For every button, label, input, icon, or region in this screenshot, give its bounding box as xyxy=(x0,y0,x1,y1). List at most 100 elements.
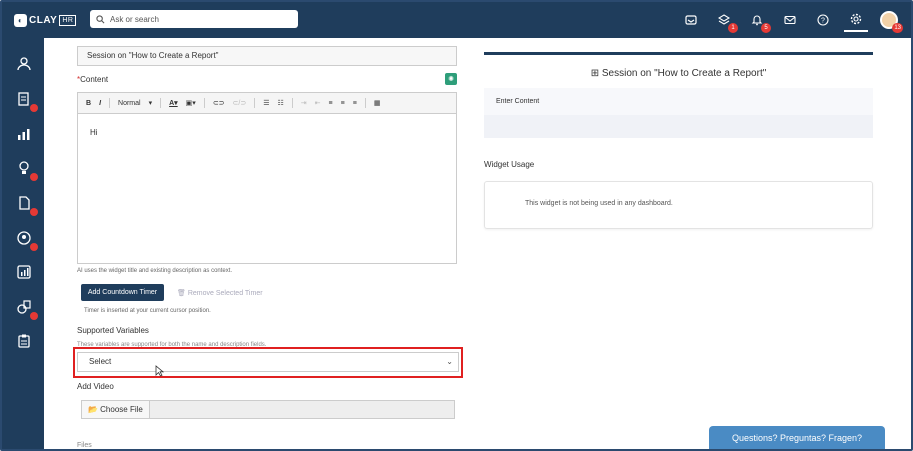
sidebar-item-profile[interactable] xyxy=(16,230,38,251)
widget-title-input[interactable]: Session on "How to Create a Report" xyxy=(77,46,457,66)
preview-title: ⊞ Session on "How to Create a Report" xyxy=(484,68,873,79)
gear-icon xyxy=(850,13,862,25)
widget-usage-label: Widget Usage xyxy=(484,160,535,169)
remove-selected-timer-button[interactable]: 🗑 Remove Selected Timer xyxy=(177,289,263,297)
search-placeholder: Ask or search xyxy=(110,14,159,24)
files-label: Files xyxy=(77,442,92,449)
sidebar-item-reports[interactable] xyxy=(16,91,38,112)
sidebar-item-people[interactable] xyxy=(16,56,34,74)
sidebar-alert-dot xyxy=(30,208,38,216)
user-menu-button[interactable]: 13 xyxy=(877,8,903,33)
logo-mark-icon: ◐ xyxy=(14,13,27,27)
mail-icon xyxy=(784,15,796,25)
bold-button[interactable]: B xyxy=(86,100,91,107)
widget-grid-icon: ⊞ xyxy=(590,68,602,79)
main-content: Session on "How to Create a Report" *Con… xyxy=(44,38,911,449)
indent-icon[interactable]: ⇥ xyxy=(301,99,307,107)
toolbar-divider xyxy=(109,98,111,108)
content-label: *Content xyxy=(77,75,108,84)
sidebar-item-documents[interactable] xyxy=(16,195,38,216)
people-icon xyxy=(17,57,31,71)
preview-top-bar xyxy=(484,52,873,55)
remove-timer-label: Remove Selected Timer xyxy=(187,290,263,297)
tasks-button[interactable]: 1 xyxy=(712,8,738,33)
ai-note: AI uses the widget title and existing de… xyxy=(77,268,233,274)
timesheet-icon xyxy=(17,300,31,314)
sidebar-item-analytics[interactable] xyxy=(16,126,34,144)
outdent-icon[interactable]: ⇤ xyxy=(315,99,321,107)
widget-usage-card: This widget is not being used in any das… xyxy=(484,181,873,229)
choose-file-button[interactable]: 📂 Choose File xyxy=(82,401,150,418)
logo-suffix: HR xyxy=(59,14,77,26)
editor-toolbar: B I Normal ▾ A▾ ▣▾ ⊂⊃ ⊂/⊃ ☰ ☷ ⇥ ⇤ ≡ ≡ ≡ xyxy=(78,93,456,114)
user-circle-icon xyxy=(17,231,31,245)
sidebar-item-clipboard[interactable] xyxy=(16,333,34,351)
add-countdown-timer-button[interactable]: Add Countdown Timer xyxy=(81,284,164,301)
inbox-icon xyxy=(685,15,697,25)
content-label-text: Content xyxy=(80,75,109,84)
image-icon[interactable]: ▦ xyxy=(374,99,381,107)
rich-text-editor[interactable]: B I Normal ▾ A▾ ▣▾ ⊂⊃ ⊂/⊃ ☰ ☷ ⇥ ⇤ ≡ ≡ ≡ xyxy=(77,92,457,264)
dashboard-icon xyxy=(17,265,31,279)
enter-content-label: Enter Content xyxy=(484,88,873,115)
choose-file-label: Choose File xyxy=(100,405,143,414)
toolbar-divider xyxy=(364,98,366,108)
supported-variables-select[interactable]: Select ⌄ xyxy=(77,352,459,372)
messages-button[interactable] xyxy=(778,8,802,32)
mouse-cursor-icon xyxy=(155,365,164,377)
link-icon[interactable]: ⊂⊃ xyxy=(213,99,225,107)
sidebar xyxy=(2,38,44,449)
top-icons: 1 5 ? 13 xyxy=(670,2,903,38)
notifications-badge: 5 xyxy=(761,23,771,33)
chevron-down-icon: ⌄ xyxy=(446,357,453,366)
trash-icon: 🗑 xyxy=(177,290,186,297)
bullet-list-icon[interactable]: ☷ xyxy=(278,99,284,107)
help-icon: ? xyxy=(817,14,829,26)
tasks-badge: 1 xyxy=(728,23,738,33)
app-frame: ◐ CLAY HR Ask or search 1 5 ? 13 Session… xyxy=(0,0,913,451)
document-icon xyxy=(19,196,30,210)
bar-chart-icon xyxy=(18,129,30,140)
sidebar-alert-dot xyxy=(30,312,38,320)
sidebar-item-timesheet[interactable] xyxy=(16,299,38,320)
search-input[interactable]: Ask or search xyxy=(90,10,298,28)
editor-body[interactable]: Hi xyxy=(78,114,456,151)
supported-variables-label: Supported Variables xyxy=(77,326,149,335)
sidebar-item-ideas[interactable] xyxy=(16,160,38,181)
format-dropdown[interactable]: Normal xyxy=(118,100,141,107)
sidebar-alert-dot xyxy=(30,104,38,112)
logo-text: CLAY xyxy=(29,14,58,26)
timer-note: Timer is inserted at your current cursor… xyxy=(84,308,211,314)
video-file-input[interactable]: 📂 Choose File xyxy=(81,400,455,419)
ai-assist-button[interactable]: ✺ xyxy=(445,73,457,85)
help-button[interactable]: ? xyxy=(811,8,835,32)
align-right-icon[interactable]: ≡ xyxy=(353,100,357,107)
italic-button[interactable]: I xyxy=(99,100,101,107)
folder-icon: 📂 xyxy=(88,405,99,414)
align-left-icon[interactable]: ≡ xyxy=(329,100,333,107)
select-value: Select xyxy=(89,357,112,366)
text-color-icon[interactable]: A▾ xyxy=(169,99,178,107)
add-video-label: Add Video xyxy=(77,382,114,391)
notifications-button[interactable]: 5 xyxy=(745,8,771,33)
settings-button[interactable] xyxy=(844,8,868,32)
sidebar-item-dashboard[interactable] xyxy=(16,264,34,282)
ordered-list-icon[interactable]: ☰ xyxy=(263,99,269,107)
report-icon xyxy=(18,92,29,106)
sidebar-alert-dot xyxy=(30,173,38,181)
logo[interactable]: ◐ CLAY HR xyxy=(14,11,77,29)
unlink-icon[interactable]: ⊂/⊃ xyxy=(233,99,247,107)
avatar-badge: 13 xyxy=(892,23,903,33)
toolbar-divider xyxy=(203,98,205,108)
help-chat-button[interactable]: Questions? Preguntas? Fragen? xyxy=(709,426,885,449)
highlight-color-icon[interactable]: ▣▾ xyxy=(186,99,196,107)
ai-sparkle-icon: ✺ xyxy=(448,76,454,83)
align-center-icon[interactable]: ≡ xyxy=(341,100,345,107)
inbox-button[interactable] xyxy=(679,8,703,32)
top-bar: ◐ CLAY HR Ask or search 1 5 ? 13 xyxy=(2,2,911,38)
chevron-down-icon[interactable]: ▾ xyxy=(149,99,153,107)
search-icon xyxy=(96,14,105,23)
toolbar-divider xyxy=(291,98,293,108)
toolbar-divider xyxy=(160,98,162,108)
sidebar-alert-dot xyxy=(30,243,38,251)
